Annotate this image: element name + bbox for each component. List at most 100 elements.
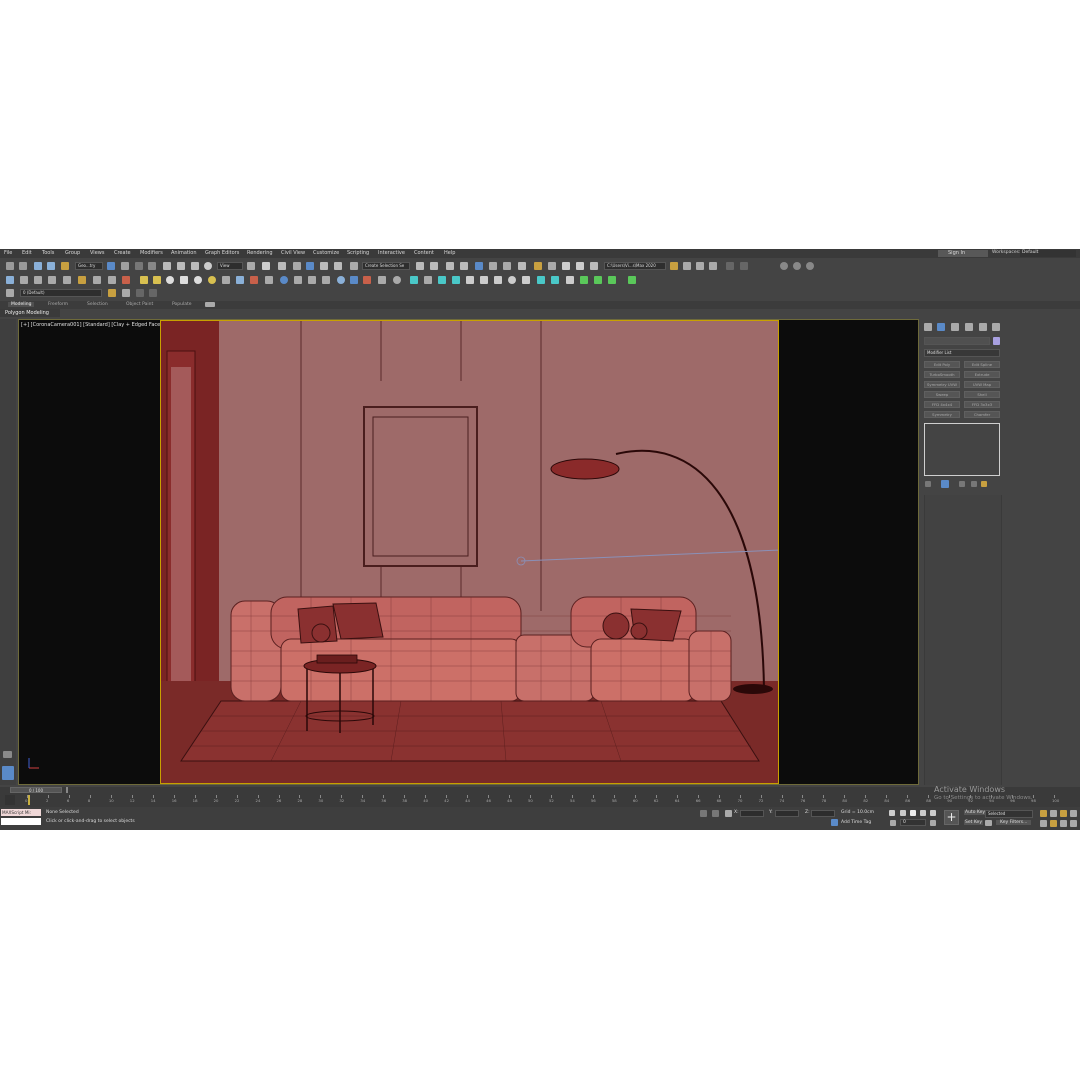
- edit-named-sets-icon[interactable]: [350, 262, 358, 270]
- layer-option-icon[interactable]: [136, 289, 144, 297]
- field-of-view-icon[interactable]: [551, 276, 559, 284]
- tab-selection[interactable]: Selection: [87, 302, 108, 307]
- converter-icon[interactable]: [250, 276, 258, 284]
- modifier-sweep-button[interactable]: Sweep: [924, 391, 960, 398]
- hierarchy-icon[interactable]: [378, 276, 386, 284]
- show-end-result-icon[interactable]: [941, 480, 949, 488]
- sphere-tool-2-icon[interactable]: [793, 262, 801, 270]
- play-icon[interactable]: [910, 810, 916, 816]
- layer-explorer-icon[interactable]: [460, 262, 468, 270]
- select-by-name-icon[interactable]: [121, 262, 129, 270]
- sphere-light-icon[interactable]: [166, 276, 174, 284]
- add-time-tag-button[interactable]: Add Time Tag: [841, 820, 871, 825]
- modifier-stack-list[interactable]: [924, 423, 1000, 476]
- object-color-swatch[interactable]: [993, 337, 1000, 345]
- utilities-tab-icon[interactable]: [992, 323, 1000, 331]
- absolute-mode-icon[interactable]: [725, 810, 732, 817]
- light-icon[interactable]: [78, 276, 86, 284]
- menu-rendering[interactable]: Rendering: [247, 250, 273, 256]
- ribbon-panel-polygon-modeling[interactable]: Polygon Modeling: [0, 309, 60, 317]
- modifier-symmetry-uvw-button[interactable]: Symmetry UVW: [924, 381, 960, 388]
- z-coordinate-field[interactable]: [811, 810, 835, 817]
- menu-create[interactable]: Create: [114, 250, 131, 256]
- menu-customize[interactable]: Customize: [313, 250, 339, 256]
- sphere-tool-3-icon[interactable]: [806, 262, 814, 270]
- create-tab-icon[interactable]: [924, 323, 932, 331]
- set-key-button[interactable]: Set Key: [964, 820, 983, 825]
- motion-tab-icon[interactable]: [965, 323, 973, 331]
- zoom-all-icon[interactable]: [1050, 810, 1057, 817]
- orbit-status-icon[interactable]: [1060, 820, 1067, 827]
- workspace-dropdown[interactable]: Default: [1020, 250, 1076, 257]
- menu-file[interactable]: File: [4, 250, 12, 256]
- scene-explorer-icon[interactable]: [446, 262, 454, 270]
- key-mode-icon[interactable]: [890, 820, 896, 826]
- percent-snap-icon[interactable]: [320, 262, 328, 270]
- frame-buffer-icon[interactable]: [709, 262, 717, 270]
- viewport-label[interactable]: [+] [CoronaCamera001] [Standard] [Clay +…: [21, 322, 165, 328]
- align-view-icon[interactable]: [537, 276, 545, 284]
- curve-editor-icon[interactable]: [489, 262, 497, 270]
- reference-coord-dropdown[interactable]: View: [217, 262, 243, 270]
- maximize-toggle-icon[interactable]: [1070, 820, 1077, 827]
- viewport-layout-tab-icon[interactable]: [2, 766, 14, 780]
- green-check-icon[interactable]: [608, 276, 616, 284]
- remove-modifier-icon[interactable]: [971, 481, 977, 487]
- window-crossing-icon[interactable]: [148, 262, 156, 270]
- snowflake-icon[interactable]: [424, 276, 432, 284]
- go-to-start-icon[interactable]: [889, 810, 895, 816]
- settings-icon[interactable]: [322, 276, 330, 284]
- display-icon[interactable]: [466, 276, 474, 284]
- link-icon[interactable]: [34, 262, 42, 270]
- auto-key-button[interactable]: Auto Key: [964, 810, 987, 815]
- rotate-icon[interactable]: [177, 262, 185, 270]
- viewport-layout-icon[interactable]: [3, 751, 12, 758]
- tab-modeling[interactable]: Modeling: [8, 302, 35, 307]
- add-to-layer-icon[interactable]: [108, 289, 116, 297]
- rect-selection-icon[interactable]: [135, 262, 143, 270]
- modifier-edit-spline-button[interactable]: Edit Spline: [964, 361, 1000, 368]
- rendered-frame-window-icon[interactable]: [548, 262, 556, 270]
- select-manipulate-icon[interactable]: [262, 262, 270, 270]
- proxy-icon[interactable]: [140, 276, 148, 284]
- time-config-icon[interactable]: [930, 820, 936, 826]
- ribbon-toggle-icon[interactable]: [475, 262, 483, 270]
- layer-add-icon[interactable]: [48, 276, 56, 284]
- tab-object-paint[interactable]: Object Paint: [126, 302, 153, 307]
- options-icon[interactable]: [308, 276, 316, 284]
- refresh-icon[interactable]: [20, 276, 28, 284]
- lightbulb-icon[interactable]: [410, 276, 418, 284]
- modifier-symmetry-button[interactable]: Symmetry: [924, 411, 960, 418]
- modify-tab-icon[interactable]: [937, 323, 945, 331]
- zoom-extents-all-icon[interactable]: [1070, 810, 1077, 817]
- menu-scripting[interactable]: Scripting: [347, 250, 369, 256]
- zoom-extents-selected-icon[interactable]: [1060, 810, 1067, 817]
- undo-icon[interactable]: [6, 262, 14, 270]
- modifier-uvw-map-button[interactable]: UVW Map: [964, 381, 1000, 388]
- keyboard-shortcut-icon[interactable]: [278, 262, 286, 270]
- spinner-snap-icon[interactable]: [334, 262, 342, 270]
- align-icon[interactable]: [430, 262, 438, 270]
- helper-icon[interactable]: [108, 276, 116, 284]
- key-filters-button[interactable]: Key Filters...: [996, 820, 1032, 825]
- render-iterative-icon[interactable]: [576, 262, 584, 270]
- maxscript-listener-input[interactable]: [1, 818, 41, 825]
- layer-list-icon[interactable]: [63, 276, 71, 284]
- decal-icon[interactable]: [222, 276, 230, 284]
- menu-graph-editors[interactable]: Graph Editors: [205, 250, 239, 256]
- zoom-extents-icon[interactable]: [566, 276, 574, 284]
- spacewarp-icon[interactable]: [122, 276, 130, 284]
- redo-icon[interactable]: [19, 262, 27, 270]
- menu-edit[interactable]: Edit: [22, 250, 32, 256]
- modifier-edit-poly-button[interactable]: Edit Poly: [924, 361, 960, 368]
- modifier-list-dropdown[interactable]: Modifier List: [924, 349, 1000, 357]
- render-cloud-icon[interactable]: [590, 262, 598, 270]
- x-coordinate-field[interactable]: [740, 810, 764, 817]
- tab-freeform[interactable]: Freeform: [48, 302, 68, 307]
- select-layer-icon[interactable]: [122, 289, 130, 297]
- selected-keys-dropdown[interactable]: Selected: [985, 810, 1033, 818]
- move-icon[interactable]: [163, 262, 171, 270]
- selection-filter-dropdown[interactable]: Geo...try: [75, 262, 103, 270]
- sphere-tool-icon[interactable]: [780, 262, 788, 270]
- snaps-toggle-icon[interactable]: [293, 262, 301, 270]
